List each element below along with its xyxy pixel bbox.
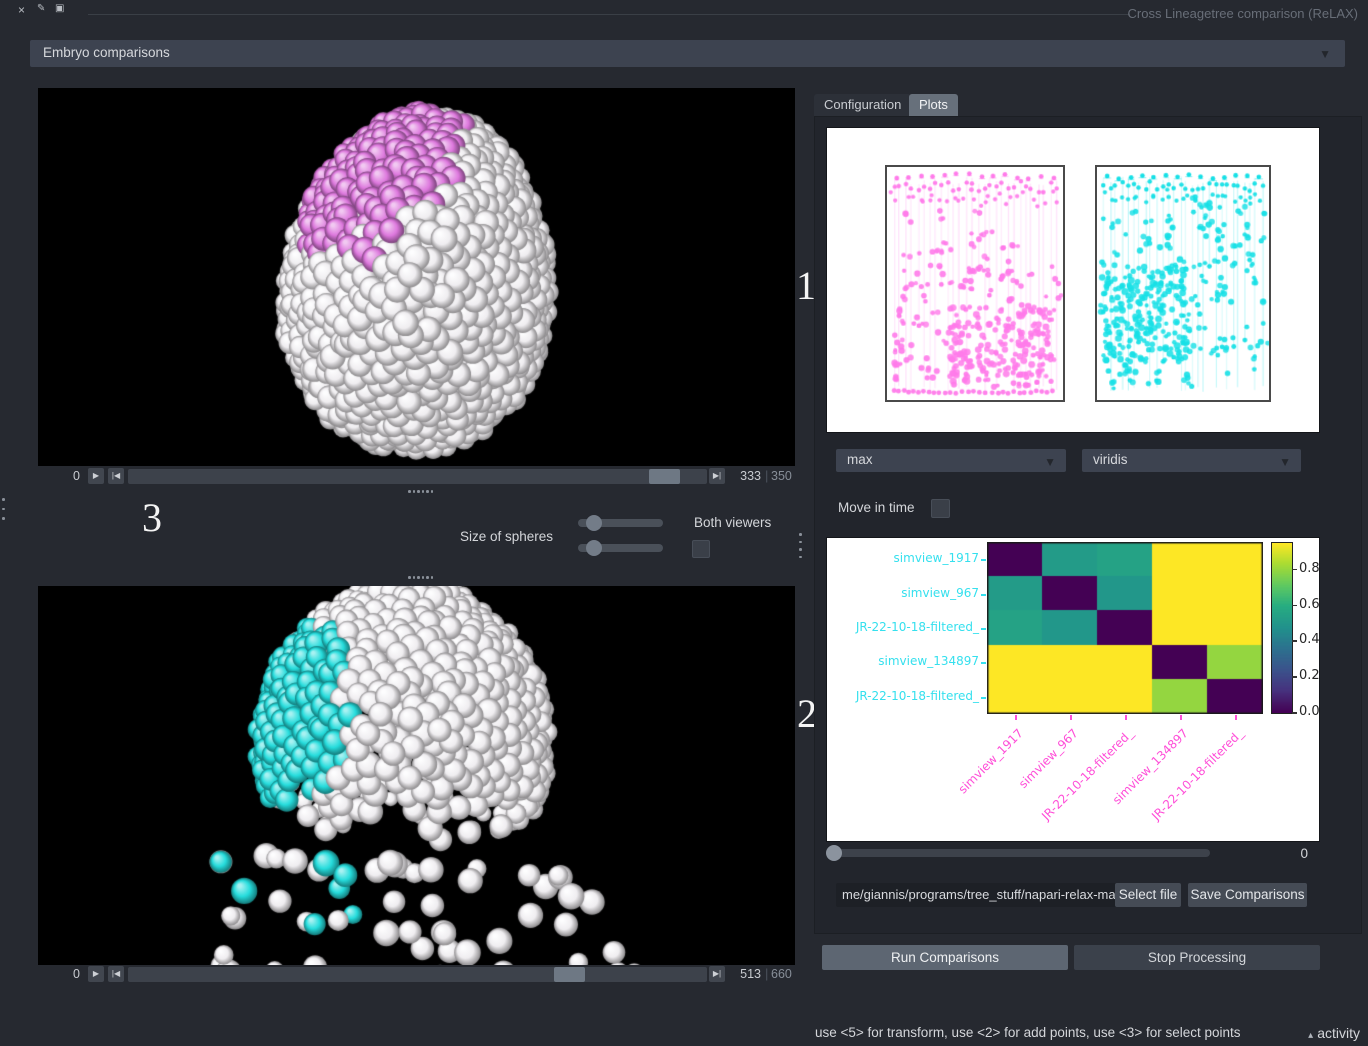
size-of-spheres-label: Size of spheres: [460, 529, 553, 544]
statistic-dropdown-value: max: [847, 452, 873, 467]
row-tick: [981, 628, 986, 630]
lineage-tree-plot-left: [885, 165, 1065, 402]
skip-to-start-button[interactable]: |◀: [108, 966, 124, 982]
colorbar-tick: [1292, 676, 1297, 678]
dock-panel-icon[interactable]: ▣: [55, 3, 64, 14]
frame-spinbox[interactable]: 0: [66, 469, 80, 483]
chevron-down-icon: ▼: [1279, 455, 1291, 469]
chevron-down-icon: ▼: [1044, 455, 1056, 469]
save-comparisons-button[interactable]: Save Comparisons: [1188, 883, 1307, 907]
col-tick: [1125, 715, 1127, 720]
window-title: Cross Lineagetree comparison (ReLAX): [1128, 6, 1359, 21]
frame-slider-row-bottom: 0 ▶ |◀ ▶| 513 | 660: [38, 966, 795, 983]
frame-slider-row-top: 0 ▶ |◀ ▶| 333 | 350: [38, 468, 795, 485]
colorbar-tick: [1292, 605, 1297, 607]
col-tick: [1235, 715, 1237, 720]
time-slider-knob[interactable]: [826, 845, 842, 861]
preset-dropdown-value: Embryo comparisons: [43, 45, 170, 60]
comparison-heatmap: [987, 542, 1263, 714]
frame-separator: |: [765, 966, 768, 981]
current-frame-label: 513: [735, 967, 761, 981]
row-tick: [981, 662, 986, 664]
skip-to-start-button[interactable]: |◀: [108, 468, 124, 484]
slider-knob[interactable]: [586, 540, 602, 556]
col-tick: [1180, 715, 1182, 720]
select-file-button[interactable]: Select file: [1115, 883, 1181, 907]
frame-slider-handle[interactable]: [554, 967, 585, 982]
lineage-trees-figure: [826, 127, 1320, 433]
col-tick: [1015, 715, 1017, 720]
total-frames-label: 660: [771, 967, 797, 981]
activity-toggle[interactable]: ▴ activity: [1308, 1025, 1360, 1041]
colorbar-tick-label: 0.2: [1299, 668, 1320, 683]
skip-to-end-button[interactable]: ▶|: [709, 468, 725, 484]
row-tick: [981, 559, 986, 561]
frame-spinbox[interactable]: 0: [66, 967, 80, 981]
sphere-size-slider-bottom[interactable]: [578, 544, 663, 552]
current-frame-label: 333: [735, 469, 761, 483]
heatmap-colorbar: [1271, 542, 1293, 714]
row-tick: [981, 697, 986, 699]
panel-drag-handle[interactable]: [2, 498, 5, 520]
embryo-viewer-bottom[interactable]: [38, 586, 795, 965]
heatmap-row-label: JR-22-10-18-filtered_: [829, 689, 979, 703]
tab-configuration[interactable]: Configuration: [814, 94, 911, 116]
header-divider: [88, 14, 1130, 15]
panel-drag-handle[interactable]: [799, 533, 802, 558]
statistic-dropdown[interactable]: max ▼: [836, 449, 1066, 472]
tab-plots[interactable]: Plots: [909, 94, 958, 116]
frame-separator: |: [765, 468, 768, 483]
total-frames-label: 350: [771, 469, 797, 483]
triangle-up-icon: ▴: [1308, 1030, 1313, 1041]
run-comparisons-button[interactable]: Run Comparisons: [822, 945, 1068, 970]
frame-slider-track[interactable]: [128, 967, 707, 982]
slider-knob[interactable]: [586, 515, 602, 531]
colormap-dropdown-value: viridis: [1093, 452, 1128, 467]
splitter-handle[interactable]: [408, 490, 433, 493]
heatmap-row-label: simview_967: [829, 586, 979, 600]
col-tick: [1070, 715, 1072, 720]
heatmap-row-label: JR-22-10-18-filtered_: [829, 620, 979, 634]
move-in-time-label: Move in time: [838, 500, 915, 515]
play-button[interactable]: ▶: [88, 468, 104, 484]
colorbar-tick-label: 0.6: [1299, 597, 1320, 612]
splitter-handle[interactable]: [408, 576, 433, 579]
close-icon[interactable]: ×: [18, 3, 25, 17]
stop-processing-button[interactable]: Stop Processing: [1074, 945, 1320, 970]
sphere-size-slider-top[interactable]: [578, 519, 663, 527]
file-path-field[interactable]: me/giannis/programs/tree_stuff/napari-re…: [836, 883, 1122, 907]
heatmap-row-label: simview_1917: [829, 551, 979, 565]
time-slider[interactable]: [826, 849, 1210, 857]
colorbar-tick-label: 0.0: [1299, 704, 1320, 719]
play-button[interactable]: ▶: [88, 966, 104, 982]
both-viewers-checkbox[interactable]: [692, 540, 710, 558]
row-tick: [981, 594, 986, 596]
move-in-time-checkbox[interactable]: [931, 499, 950, 518]
heatmap-row-label: simview_134897: [829, 654, 979, 668]
frame-slider-track[interactable]: [128, 469, 707, 484]
both-viewers-label: Both viewers: [694, 515, 771, 530]
annotation-marker-1: 1: [796, 262, 816, 309]
time-slider-value: 0: [1268, 846, 1308, 861]
heatmap-figure: simview_1917simview_1917simview_967simvi…: [826, 537, 1320, 842]
lineage-tree-plot-right: [1095, 165, 1271, 402]
colormap-dropdown[interactable]: viridis ▼: [1082, 449, 1301, 472]
colorbar-tick: [1292, 640, 1297, 642]
skip-to-end-button[interactable]: ▶|: [709, 966, 725, 982]
annotation-marker-3: 3: [142, 494, 162, 541]
app-window: × ✎ ▣ Cross Lineagetree comparison (ReLA…: [0, 0, 1368, 1046]
frame-slider-handle[interactable]: [649, 469, 680, 484]
colorbar-tick-label: 0.8: [1299, 561, 1320, 576]
float-panel-icon[interactable]: ✎: [37, 3, 45, 14]
colorbar-tick-label: 0.4: [1299, 632, 1320, 647]
preset-dropdown[interactable]: Embryo comparisons ▼: [30, 40, 1345, 67]
colorbar-tick: [1292, 569, 1297, 571]
activity-label: activity: [1317, 1025, 1360, 1041]
colorbar-tick: [1292, 712, 1297, 714]
status-hint: use <5> for transform, use <2> for add p…: [815, 1025, 1241, 1040]
embryo-viewer-top[interactable]: [38, 88, 795, 466]
chevron-down-icon: ▼: [1319, 47, 1331, 61]
